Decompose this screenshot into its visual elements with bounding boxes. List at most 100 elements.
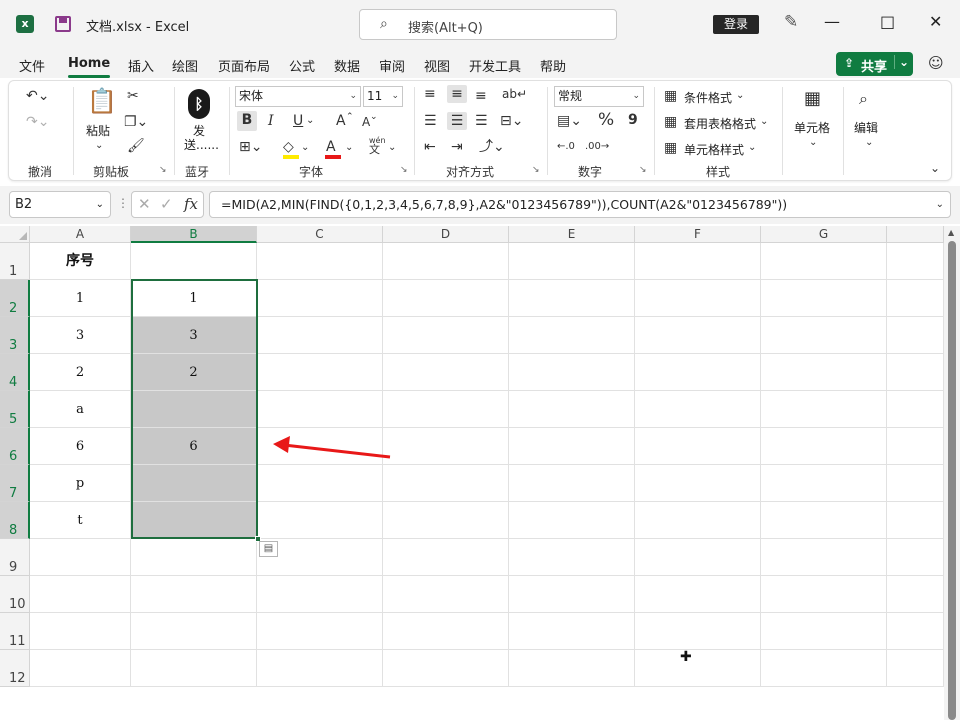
cell-d9[interactable] [383, 539, 509, 576]
cell-f3[interactable] [635, 317, 761, 354]
conditional-format-label[interactable]: 条件格式 [684, 89, 732, 106]
number-format-select[interactable]: 常规 ⌄ [554, 86, 644, 107]
row-header-8[interactable]: 8 [0, 502, 30, 539]
cell-e12[interactable] [509, 650, 635, 687]
column-header-a[interactable]: A [30, 226, 131, 243]
login-button[interactable]: 登录 [713, 15, 759, 34]
cell-g12[interactable] [761, 650, 887, 687]
underline-button[interactable]: U [293, 112, 303, 130]
scroll-up-icon[interactable]: ▲ [948, 228, 954, 237]
cell-c11[interactable] [257, 613, 383, 650]
dialog-launcher-icon[interactable]: ↘ [159, 165, 167, 175]
currency-icon[interactable]: ▤⌄ [557, 112, 582, 130]
cell-h5[interactable] [887, 391, 944, 428]
cell-b6[interactable]: 6 [131, 428, 257, 465]
row-header-5[interactable]: 5 [0, 391, 30, 428]
column-header-c[interactable]: C [257, 226, 383, 243]
cell-f1[interactable] [635, 243, 761, 280]
minimize-icon[interactable]: — [824, 12, 840, 31]
cell-d7[interactable] [383, 465, 509, 502]
cell-c2[interactable] [257, 280, 383, 317]
cell-c10[interactable] [257, 576, 383, 613]
vertical-scrollbar[interactable]: ▲ [944, 226, 960, 720]
cells-icon[interactable]: ▦ [804, 90, 821, 108]
cell-e1[interactable] [509, 243, 635, 280]
cell-f8[interactable] [635, 502, 761, 539]
menu-view[interactable]: 视图 [424, 56, 450, 75]
row-header-12[interactable]: 12 [0, 650, 30, 687]
chevron-down-icon[interactable]: ⌄ [306, 112, 314, 130]
increase-decimal-icon[interactable]: ←.0 [557, 138, 575, 156]
cell-f10[interactable] [635, 576, 761, 613]
align-center-icon[interactable]: ☰ [447, 112, 467, 130]
chevron-down-icon[interactable]: ⌄ [301, 139, 309, 157]
italic-button[interactable]: I [268, 112, 274, 130]
align-bottom-icon[interactable]: ≡ [475, 87, 487, 105]
cell-g4[interactable] [761, 354, 887, 391]
dialog-launcher-icon[interactable]: ↘ [639, 165, 647, 175]
decrease-font-icon[interactable]: A [362, 113, 370, 131]
row-header-6[interactable]: 6 [0, 428, 30, 465]
row-header-10[interactable]: 10 [0, 576, 30, 613]
align-right-icon[interactable]: ☰ [475, 112, 488, 130]
cell-b1[interactable] [131, 243, 257, 280]
cell-g9[interactable] [761, 539, 887, 576]
cell-e3[interactable] [509, 317, 635, 354]
menu-developer[interactable]: 开发工具 [469, 56, 521, 75]
chevron-down-icon[interactable]: ⌄ [865, 134, 873, 152]
cell-f4[interactable] [635, 354, 761, 391]
cell-g1[interactable] [761, 243, 887, 280]
cell-d10[interactable] [383, 576, 509, 613]
name-box[interactable]: B2 ⌄ [9, 191, 111, 218]
phonetic-icon[interactable]: wén 文 [369, 136, 386, 155]
cell-b4[interactable]: 2 [131, 354, 257, 391]
cell-b7[interactable] [131, 465, 257, 502]
cell-a9[interactable] [30, 539, 131, 576]
row-header-7[interactable]: 7 [0, 465, 30, 502]
cell-g5[interactable] [761, 391, 887, 428]
cell-b9[interactable] [131, 539, 257, 576]
cell-g7[interactable] [761, 465, 887, 502]
close-icon[interactable]: ✕ [929, 12, 942, 31]
cell-d2[interactable] [383, 280, 509, 317]
cell-h1[interactable] [887, 243, 944, 280]
cell-c8[interactable] [257, 502, 383, 539]
cell-a10[interactable] [30, 576, 131, 613]
cell-a2[interactable]: 1 [30, 280, 131, 317]
row-header-4[interactable]: 4 [0, 354, 30, 391]
cell-a11[interactable] [30, 613, 131, 650]
cell-e9[interactable] [509, 539, 635, 576]
cell-b5[interactable] [131, 391, 257, 428]
borders-icon[interactable]: ⊞⌄ [239, 138, 262, 156]
spreadsheet-grid[interactable]: A B C D E F G 1 序号 2 1 1 3 3 3 4 2 2 5 a 6 6 6 7 p 8 t 9 10 11 12 ▤ ✚ [0, 226, 944, 720]
cell-a4[interactable]: 2 [30, 354, 131, 391]
ribbon-collapse-icon[interactable]: ⌄ [930, 159, 940, 177]
dialog-launcher-icon[interactable]: ↘ [400, 165, 408, 175]
cell-h11[interactable] [887, 613, 944, 650]
cell-h9[interactable] [887, 539, 944, 576]
cell-style-icon[interactable]: ▦ [664, 139, 677, 157]
cell-g2[interactable] [761, 280, 887, 317]
cell-d1[interactable] [383, 243, 509, 280]
menu-home[interactable]: Home [68, 56, 110, 71]
save-icon[interactable] [55, 16, 71, 32]
cell-c3[interactable] [257, 317, 383, 354]
cell-e5[interactable] [509, 391, 635, 428]
insert-function-icon[interactable]: fx [184, 195, 198, 213]
cell-style-label[interactable]: 单元格样式 [684, 141, 744, 158]
cell-f5[interactable] [635, 391, 761, 428]
cell-h8[interactable] [887, 502, 944, 539]
quick-analysis-icon[interactable]: ▤ [259, 541, 278, 557]
column-header-g[interactable]: G [761, 226, 887, 243]
redo-icon[interactable]: ↷⌄ [26, 113, 49, 131]
cell-a7[interactable]: p [30, 465, 131, 502]
chevron-down-icon[interactable]: ⌄ [736, 87, 744, 105]
cell-f7[interactable] [635, 465, 761, 502]
search-box[interactable]: ⌕ 搜索(Alt+Q) [359, 9, 617, 40]
menu-draw[interactable]: 绘图 [172, 56, 198, 75]
table-format-label[interactable]: 套用表格格式 [684, 115, 756, 132]
confirm-icon[interactable]: ✓ [160, 195, 173, 213]
row-header-2[interactable]: 2 [0, 280, 30, 317]
cell-b12[interactable] [131, 650, 257, 687]
row-header-11[interactable]: 11 [0, 613, 30, 650]
